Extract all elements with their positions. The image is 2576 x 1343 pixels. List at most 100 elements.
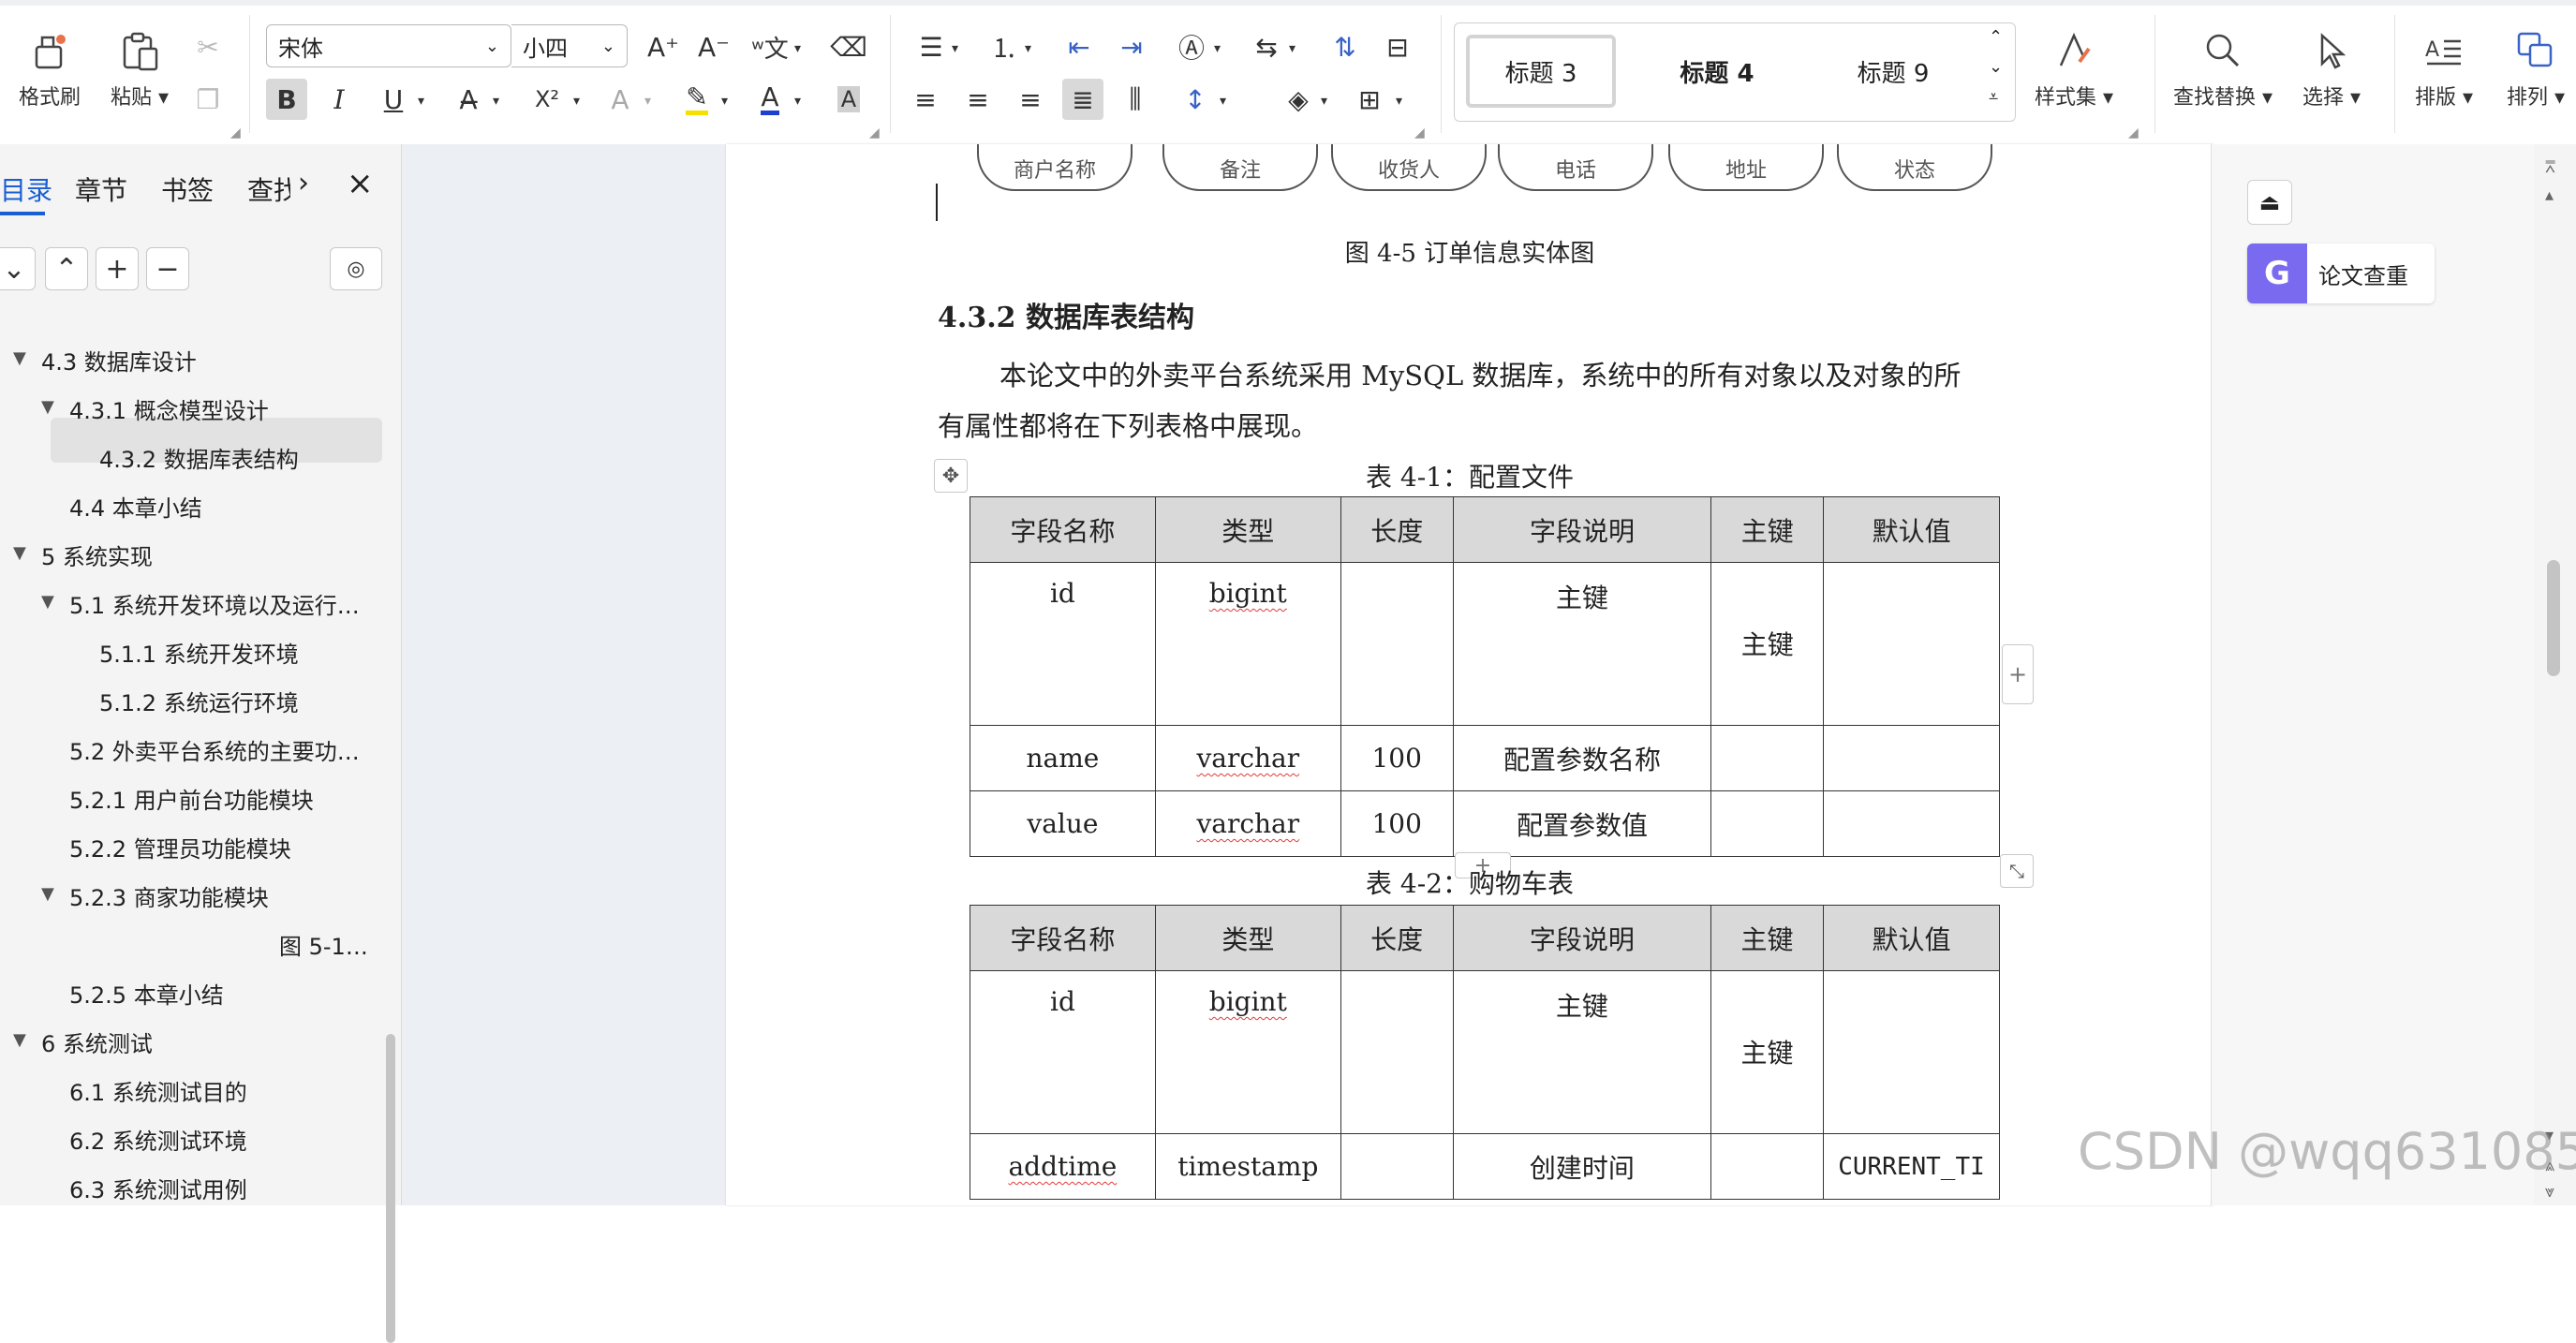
toc-item[interactable]: 5.1.2 系统运行环境	[99, 682, 299, 719]
style-heading-4[interactable]: 标题 4	[1633, 35, 1801, 108]
arrange-button[interactable]: 排列 ▾	[2507, 28, 2565, 111]
gallery-up-icon[interactable]: ⌃	[1989, 27, 2003, 47]
gallery-expand-icon[interactable]: ⩡	[1989, 87, 1998, 107]
highlight-icon[interactable]: ✎	[676, 79, 718, 120]
style-heading-9[interactable]: 标题 9	[1809, 35, 1977, 108]
table-header-cell[interactable]: 字段说明	[1452, 496, 1712, 563]
chevron-down-icon[interactable]: ▾	[1396, 94, 1402, 109]
eraser-icon[interactable]: ⌫	[828, 26, 869, 67]
table-cell[interactable]: bigint	[1154, 562, 1341, 726]
toc-item[interactable]: 6.3 系统测试用例	[69, 1169, 247, 1206]
layout-button[interactable]: A 排版 ▾	[2415, 28, 2473, 111]
toc-item[interactable]: 5.2.2 管理员功能模块	[69, 828, 291, 865]
table-cell[interactable]: id	[970, 970, 1156, 1134]
numbered-list-icon[interactable]: ⒈	[984, 26, 1025, 67]
nav-scrollbar-thumb[interactable]	[386, 1034, 395, 1343]
toc-item[interactable]: 4.3.2 数据库表结构	[99, 438, 299, 476]
toc-item[interactable]: 5.2.5 本章小结	[69, 974, 224, 1011]
config-table[interactable]: 字段名称 类型 长度 字段说明 主键 默认值 id bigint 主键 主键 name varcha…	[970, 496, 2000, 857]
paragraph-expand-icon[interactable]: ◢	[1414, 125, 1425, 140]
plagiarism-check-button[interactable]: G 论文查重	[2247, 244, 2435, 303]
expand-caret-icon[interactable]: ▼	[13, 543, 26, 563]
chevron-right-icon[interactable]: ›	[298, 167, 309, 199]
table-header-cell[interactable]: 字段说明	[1452, 905, 1712, 971]
char-shading-button[interactable]: A	[828, 79, 869, 120]
table-cell[interactable]: bigint	[1154, 970, 1341, 1134]
chevron-down-icon[interactable]: ▾	[794, 41, 801, 56]
tab-search[interactable]: 查找	[247, 170, 290, 208]
font-name-select[interactable]: 宋体 ⌄	[266, 24, 511, 67]
chevron-down-icon[interactable]: ▾	[721, 94, 728, 109]
table-cell[interactable]: 主键	[1452, 970, 1712, 1134]
table-cell[interactable]: 配置参数名称	[1452, 725, 1712, 791]
expand-caret-icon[interactable]: ▼	[41, 884, 54, 904]
grow-font-icon[interactable]: A⁺	[643, 26, 684, 67]
scroll-top-icon[interactable]: ⩞	[2545, 157, 2555, 177]
table-cell[interactable]: addtime	[970, 1133, 1156, 1200]
page-down-icon[interactable]: ⩔	[2545, 1182, 2554, 1202]
toc-item[interactable]: 4.3.1 概念模型设计	[69, 390, 269, 427]
styles-expand-icon[interactable]: ◢	[2128, 125, 2139, 140]
align-center-icon[interactable]: ≡	[957, 79, 999, 120]
expand-caret-icon[interactable]: ▼	[13, 348, 26, 368]
paste-button[interactable]: 粘贴 ▾	[111, 28, 169, 111]
table-header-cell[interactable]: 长度	[1340, 496, 1454, 563]
decrease-indent-icon[interactable]: ⇤	[1059, 26, 1100, 67]
copy-icon[interactable]: ❐	[187, 79, 229, 120]
chevron-down-icon[interactable]: ▾	[493, 94, 499, 109]
chevron-down-icon[interactable]: ▾	[644, 94, 651, 109]
toc-item[interactable]: 5.1.1 系统开发环境	[99, 633, 299, 671]
increase-indent-icon[interactable]: ⇥	[1111, 26, 1152, 67]
sort-icon[interactable]: ⇅	[1325, 26, 1366, 67]
table-cell[interactable]	[1340, 970, 1454, 1134]
table-header-cell[interactable]: 主键	[1710, 905, 1824, 971]
table-header-cell[interactable]: 长度	[1340, 905, 1454, 971]
borders-icon[interactable]: ⊞	[1349, 79, 1390, 120]
superscript-button[interactable]: X²	[526, 79, 568, 120]
table-cell[interactable]	[1710, 790, 1825, 857]
chevron-down-icon[interactable]: ▾	[1025, 41, 1031, 56]
scrollbar-thumb[interactable]	[2547, 560, 2560, 676]
table-cell[interactable]: CURRENT_TI	[1822, 1133, 2001, 1200]
table-header-cell[interactable]: 主键	[1710, 496, 1825, 563]
chevron-down-icon[interactable]: ▾	[1321, 94, 1327, 109]
chevron-down-icon[interactable]: ▾	[1214, 41, 1221, 56]
table-cell[interactable]: 主键	[1710, 562, 1825, 726]
align-left-icon[interactable]: ≡	[905, 79, 946, 120]
table-cell[interactable]	[1340, 562, 1454, 726]
table-header-cell[interactable]: 字段名称	[970, 496, 1156, 563]
find-replace-button[interactable]: 查找替换 ▾	[2173, 28, 2273, 111]
document-vertical-scrollbar[interactable]: ⩞ ▴ ▾ ⩓ ⩔	[2534, 144, 2576, 1205]
toc-item[interactable]: 5.1 系统开发环境以及运行…	[69, 584, 360, 622]
justify-icon[interactable]: ≣	[1062, 79, 1103, 120]
expand-caret-icon[interactable]: ▼	[41, 592, 54, 612]
chevron-down-icon[interactable]: ▾	[794, 94, 801, 109]
style-heading-3[interactable]: 标题 3	[1466, 35, 1616, 108]
table-header-cell[interactable]: 默认值	[1822, 905, 2001, 971]
tab-toc[interactable]: 目录	[0, 170, 52, 208]
level-up-button[interactable]: ⌃	[45, 247, 88, 290]
chevron-down-icon[interactable]: ▾	[418, 94, 424, 109]
toc-item[interactable]: 5.2 外卖平台系统的主要功…	[69, 731, 360, 768]
table-cell[interactable]: id	[970, 562, 1156, 726]
phonetic-guide-icon[interactable]: ʷ文	[749, 26, 791, 67]
bold-button[interactable]: B	[266, 79, 307, 120]
table-cell[interactable]	[1823, 790, 2000, 857]
expand-caret-icon[interactable]: ▼	[13, 1030, 26, 1050]
remove-heading-button[interactable]: −	[146, 247, 189, 290]
italic-button[interactable]: I	[318, 79, 360, 120]
table-cell[interactable]: varchar	[1154, 790, 1341, 857]
toc-item[interactable]: 5.2.3 商家功能模块	[69, 877, 269, 914]
table-cell[interactable]: value	[970, 790, 1156, 857]
strikethrough-icon[interactable]: A̶	[448, 79, 489, 120]
expand-caret-icon[interactable]: ▼	[41, 397, 54, 417]
cart-table[interactable]: 字段名称 类型 长度 字段说明 主键 默认值 id bigint 主键 主键 addtime tim…	[970, 905, 2001, 1200]
font-size-select[interactable]: 小四 ⌄	[511, 24, 628, 67]
table-cell[interactable]	[1710, 725, 1825, 791]
underline-button[interactable]: U	[373, 79, 414, 120]
table-cell[interactable]	[1822, 970, 2001, 1134]
collapse-all-button[interactable]: ⌄	[0, 247, 36, 290]
toc-item[interactable]: 图 5-1…	[279, 925, 368, 963]
bullet-list-icon[interactable]: ☰	[910, 26, 952, 67]
style-set-button[interactable]: 样式集 ▾	[2035, 28, 2113, 111]
